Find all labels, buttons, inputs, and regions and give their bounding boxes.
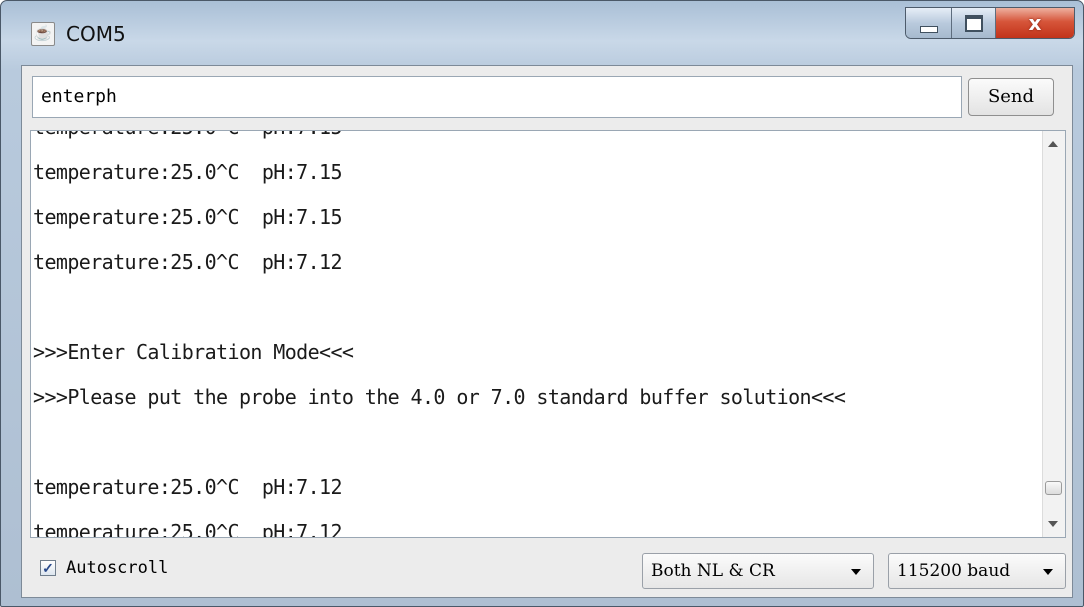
line-ending-select[interactable]: Both NL & CR: [642, 553, 874, 589]
window-title: COM5: [66, 22, 126, 46]
output-line: temperature:25.0^C pH:7.12: [33, 520, 343, 538]
minimize-icon: [919, 25, 938, 33]
output-line: >>>Please put the probe into the 4.0 or …: [33, 385, 846, 409]
scroll-thumb[interactable]: [1045, 481, 1062, 495]
caption-buttons: x: [905, 7, 1075, 39]
title-bar[interactable]: ☕ COM5 x: [1, 1, 1083, 63]
baud-rate-select[interactable]: 115200 baud: [888, 553, 1066, 589]
line-ending-value: Both NL & CR: [651, 561, 775, 581]
autoscroll-checkbox[interactable]: ✓: [40, 560, 56, 576]
scroll-up-icon[interactable]: [1048, 141, 1058, 147]
baud-rate-value: 115200 baud: [897, 561, 1011, 581]
maximize-button[interactable]: [952, 8, 996, 38]
serial-monitor-window: ☕ COM5 x enterph Send temperature:25.0^C…: [0, 0, 1084, 607]
scroll-down-icon[interactable]: [1048, 521, 1058, 527]
maximize-icon: [964, 14, 983, 32]
java-cup-icon: ☕: [31, 22, 55, 46]
serial-input[interactable]: enterph: [32, 76, 962, 118]
output-lines: temperature:25.0^C pH:7.15 temperature:25…: [33, 131, 846, 538]
output-line: temperature:25.0^C pH:7.15: [33, 131, 845, 150]
client-area: enterph Send temperature:25.0^C pH:7.15 t…: [21, 65, 1073, 598]
close-icon: x: [1028, 11, 1042, 35]
output-line: temperature:25.0^C pH:7.12: [33, 250, 343, 274]
output-line: >>>Enter Calibration Mode<<<: [33, 340, 354, 364]
vertical-scrollbar[interactable]: [1042, 131, 1065, 537]
serial-output[interactable]: temperature:25.0^C pH:7.15 temperature:25…: [30, 130, 1066, 538]
footer-bar: ✓ Autoscroll Both NL & CR 115200 baud: [22, 542, 1072, 598]
output-line: temperature:25.0^C pH:7.15: [33, 160, 343, 184]
minimize-button[interactable]: [906, 8, 952, 38]
chevron-down-icon: [1043, 569, 1053, 575]
checkmark-icon: ✓: [42, 560, 54, 576]
autoscroll-label: Autoscroll: [66, 558, 169, 578]
output-line: temperature:25.0^C pH:7.12: [33, 475, 343, 499]
output-line: temperature:25.0^C pH:7.15: [33, 205, 343, 229]
close-button[interactable]: x: [996, 8, 1074, 38]
send-row: enterph Send: [22, 66, 1072, 128]
chevron-down-icon: [851, 569, 861, 575]
send-button[interactable]: Send: [968, 78, 1054, 116]
